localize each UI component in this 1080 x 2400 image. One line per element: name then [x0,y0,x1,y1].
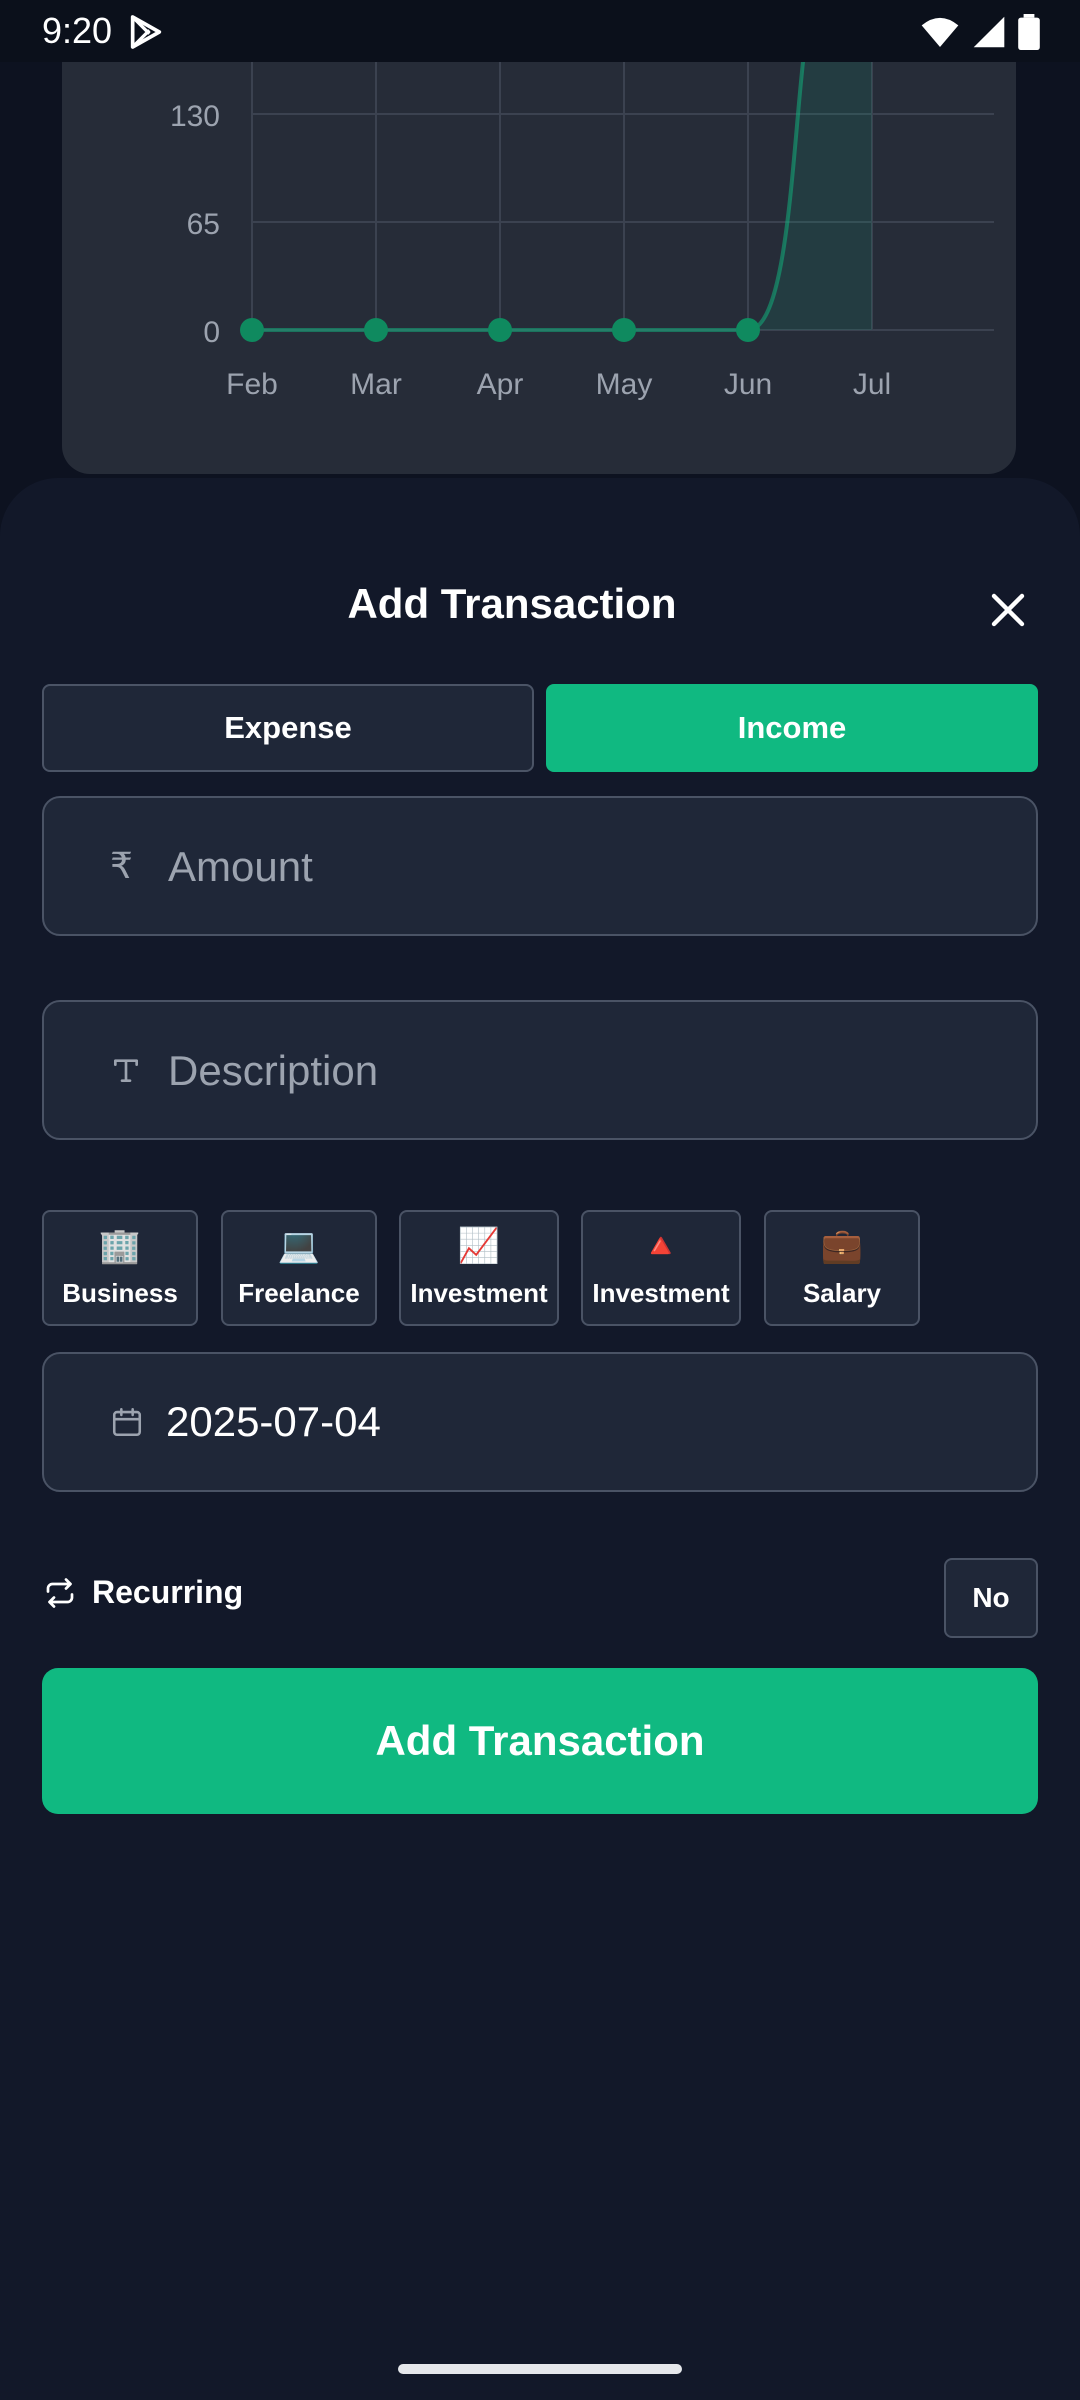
description-input[interactable] [166,1002,1010,1140]
close-icon[interactable] [984,586,1032,634]
income-chart: 130 65 0Feb Mar Apr May Jun Jul [170,0,994,401]
category-investment[interactable]: 📈 Investment [399,1210,559,1326]
amount-input[interactable] [166,798,1010,936]
x-tick-label: Jul [853,368,891,401]
data-point [736,318,760,342]
category-label: Freelance [238,1278,360,1308]
income-chart-card: 130 65 0 Feb Mar Apr May Jun Jul [62,0,1016,474]
add-transaction-button[interactable]: Add Transaction [42,1668,1038,1814]
recurring-row: Recurring [42,1574,243,1611]
x-tick-label: Apr [477,368,524,401]
data-point [364,318,388,342]
x-tick-label: May [596,368,653,401]
building-icon: 🏢 [98,1227,142,1265]
category-label: Salary [802,1278,882,1308]
data-point [612,318,636,342]
category-salary[interactable]: 💼 Salary [764,1210,920,1326]
status-bar: 9:20 [0,0,1080,62]
calendar-icon [112,1407,142,1437]
y-tick-label: 65 [187,208,220,241]
recurring-toggle-button[interactable]: No [944,1558,1038,1638]
briefcase-icon: 💼 [820,1227,864,1265]
repeat-icon [46,1577,74,1608]
description-field[interactable] [42,1000,1038,1140]
x-tick-label: Feb [226,368,278,401]
date-value: 2025-07-04 [166,1398,381,1445]
battery-icon [1018,14,1040,50]
category-label: Business [62,1278,178,1308]
x-tick-label: Jun [724,368,772,401]
laptop-icon: 💻 [277,1227,321,1265]
data-point [240,318,264,342]
y-tick-label: 0 [203,316,220,349]
chart-up-icon: 📈 [457,1227,501,1265]
category-investment-2[interactable]: 🔺 Investment [581,1210,741,1326]
recurring-label: Recurring [92,1574,244,1610]
play-store-icon [130,15,162,49]
category-freelance[interactable]: 💻 Freelance [221,1210,377,1326]
wifi-icon [921,17,959,47]
y-tick-label: 130 [170,100,220,133]
expense-tab[interactable]: Expense [42,684,534,772]
date-field[interactable]: 2025-07-04 [42,1352,1038,1492]
category-label: Investment [410,1278,548,1308]
category-label: Investment [592,1278,730,1308]
signal-icon [973,16,1005,48]
transaction-type-toggle: Expense Income [42,684,1038,772]
income-tab[interactable]: Income [546,684,1038,772]
sheet-title: Add Transaction [347,580,677,627]
triangle-up-icon: 🔺 [639,1227,683,1265]
rupee-icon: ₹ [110,845,133,886]
status-time: 9:20 [42,10,113,51]
data-point [488,318,512,342]
text-icon [114,1059,138,1082]
add-transaction-sheet: Add Transaction Expense Income ₹ 🏢 Busin… [0,478,1080,2400]
category-business[interactable]: 🏢 Business [42,1210,198,1326]
home-indicator [398,2364,682,2374]
x-tick-label: Mar [350,368,402,401]
amount-field[interactable]: ₹ [42,796,1038,936]
